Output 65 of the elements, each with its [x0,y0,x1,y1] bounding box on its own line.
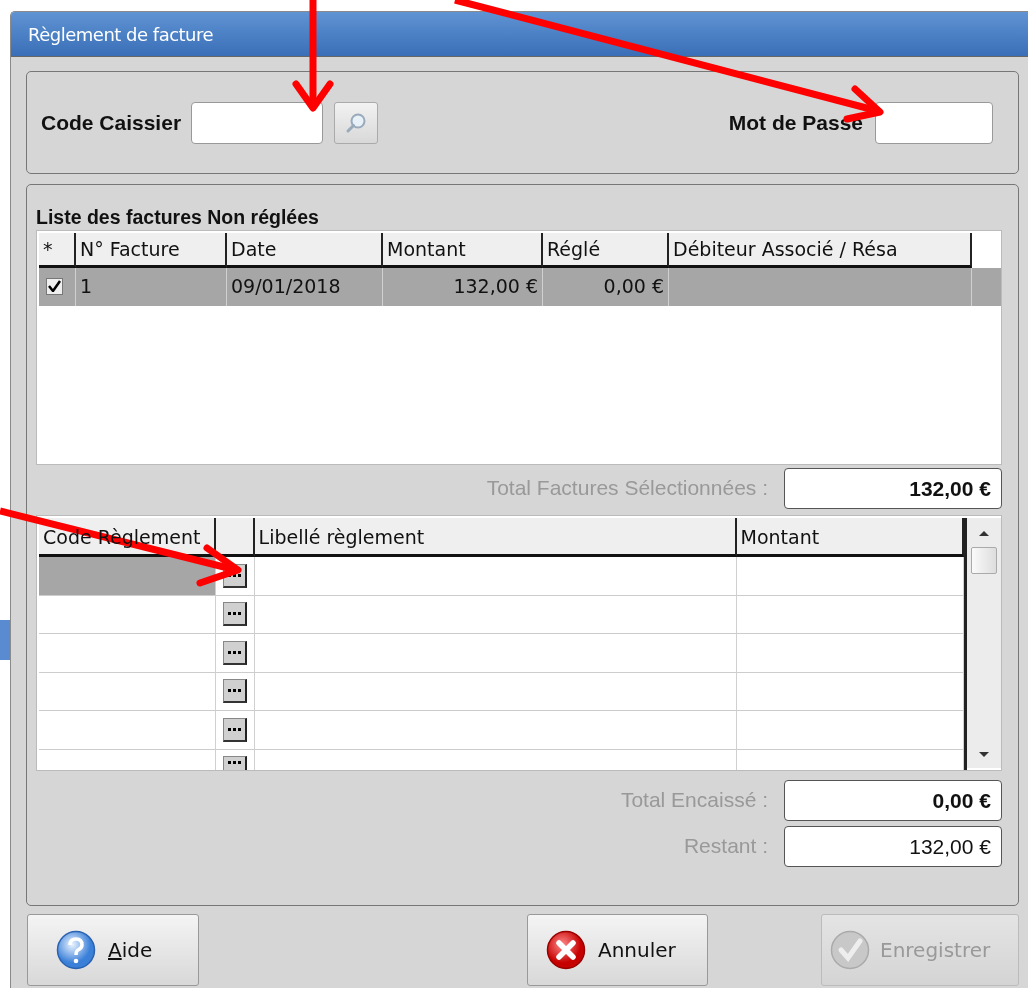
table-cell[interactable] [736,595,965,634]
more-button[interactable] [222,717,247,742]
more-button[interactable] [222,755,247,770]
total-label: Total Encaissé : [620,788,768,812]
table-row[interactable]: 1 09/01/2018 132,00 € 0,00 € [39,268,1001,306]
search-icon [345,111,368,134]
arrow-down-icon [978,751,990,758]
table-cell[interactable] [39,595,216,634]
check-icon [48,280,61,292]
more-button[interactable] [222,640,247,665]
total-field: 132,00 € [784,825,1002,867]
table-cell[interactable] [736,672,965,711]
password-field[interactable] [875,101,993,144]
table-cell[interactable] [254,634,737,673]
table-cell[interactable] [736,634,965,673]
ellipsis-icon [227,650,241,654]
background-window [0,620,10,660]
table-cell: 0,00 € [543,268,669,306]
scroll-thumb[interactable] [971,547,997,574]
cross-icon [546,930,586,970]
field-label: Code Caissier [41,110,182,135]
table-cell[interactable] [736,711,965,750]
arrow-up-icon [978,530,990,537]
checkmark-icon [830,930,870,970]
section-title: Liste des factures Non réglées [36,206,320,230]
column-header[interactable]: Montant [383,233,543,268]
table-cell[interactable] [39,557,216,596]
ellipsis-icon [227,612,241,616]
column-header[interactable]: Date [227,233,383,268]
search-button[interactable] [334,101,379,144]
column-header[interactable]: Débiteur Associé / Résa [669,233,972,268]
question-icon [56,930,96,970]
table-cell[interactable] [39,711,216,750]
column-header[interactable]: Montant [736,518,964,557]
more-button[interactable] [222,602,247,627]
table-cell[interactable] [254,711,737,750]
column-header[interactable] [215,518,255,557]
table-cell[interactable] [254,557,737,596]
checkbox[interactable] [46,278,63,295]
table-cell: 1 [76,268,227,306]
table-cell[interactable] [39,634,216,673]
table-cell[interactable] [736,557,965,596]
total-label: Restant : [683,834,768,858]
column-header[interactable]: N° Facture [76,233,227,268]
more-button[interactable] [222,679,247,704]
table-cell[interactable] [254,672,737,711]
ellipsis-icon [227,727,241,731]
table-cell[interactable] [254,595,737,634]
total-field: 132,00 € [784,467,1002,509]
total-field: 0,00 € [784,779,1002,821]
column-header[interactable]: Réglé [543,233,669,268]
scrollbar[interactable] [967,518,1001,768]
ellipsis-icon [227,760,241,764]
table-cell[interactable] [39,672,216,711]
window-title: Règlement de facture [28,23,214,45]
cashier-code-field[interactable] [191,101,324,144]
ellipsis-icon [227,573,241,577]
table-cell: 132,00 € [383,268,543,306]
column-header[interactable]: Libellé règlement [254,518,737,557]
table-cell: 09/01/2018 [227,268,383,306]
help-button[interactable]: Aide [27,914,199,986]
ellipsis-icon [227,689,241,693]
total-label: Total Factures Sélectionnées : [486,476,768,500]
cancel-button[interactable]: Annuler [527,914,708,986]
column-header[interactable]: * [39,233,76,268]
